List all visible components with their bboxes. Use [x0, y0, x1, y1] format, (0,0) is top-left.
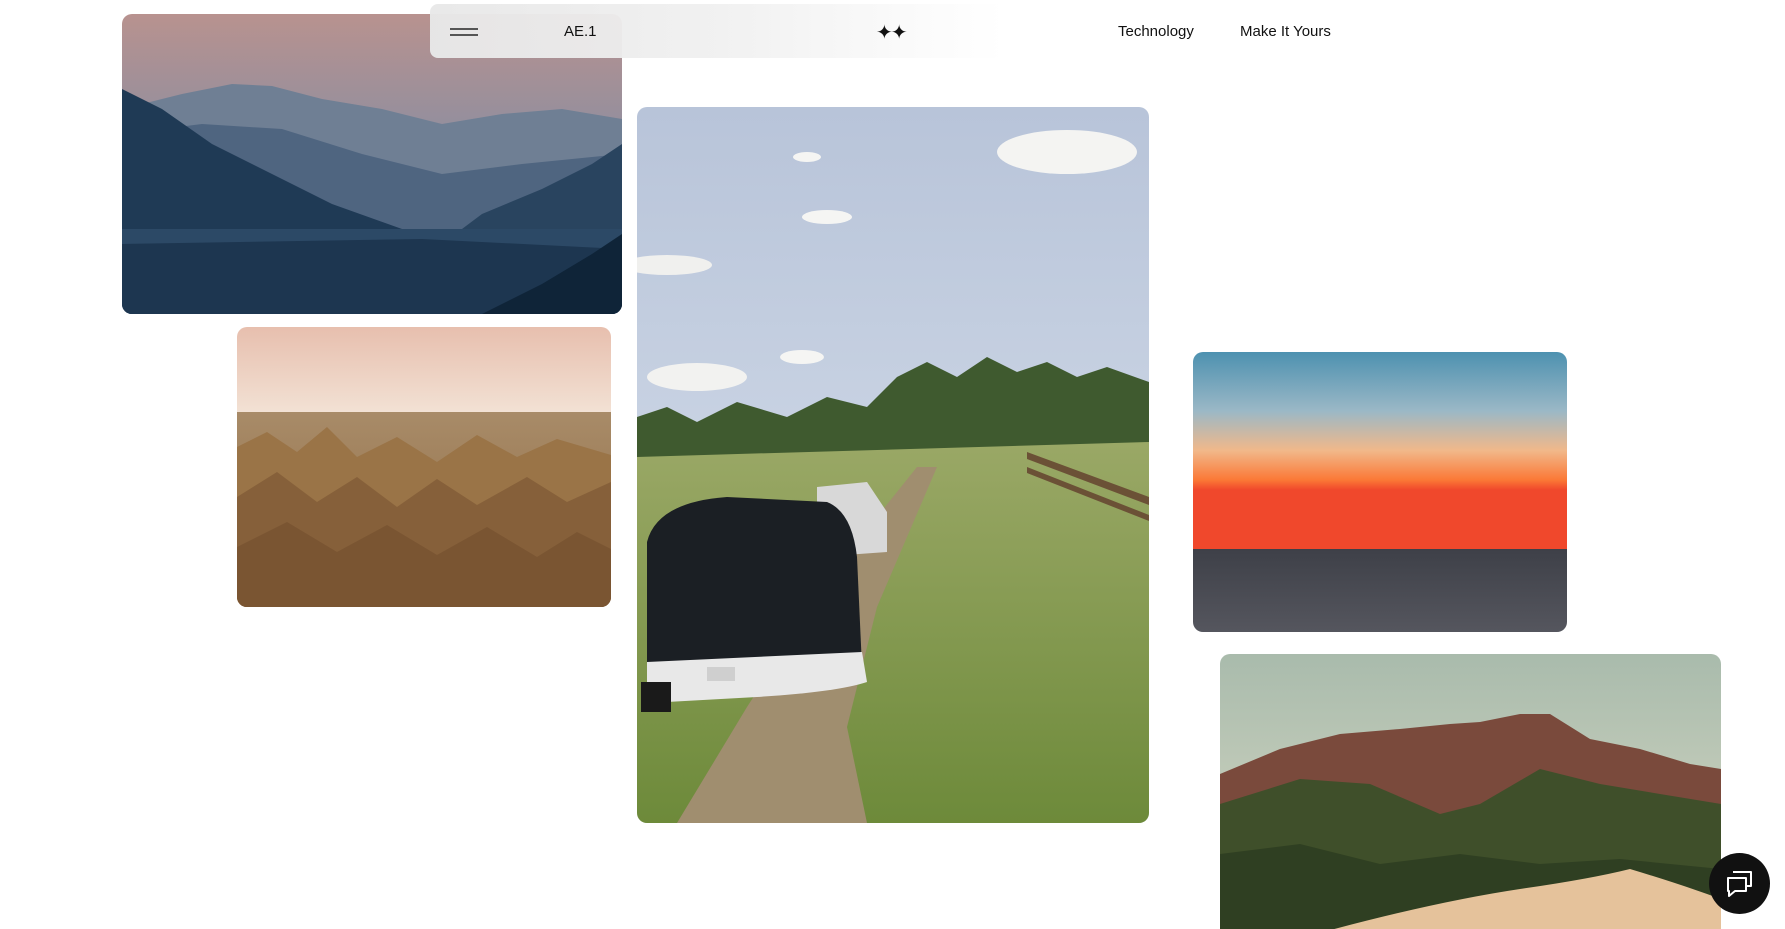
chat-bubbles-icon [1727, 871, 1752, 897]
photo-sunset [1193, 352, 1567, 632]
gallery-page: AE.1 ✦✦ Technology Make It Yours [0, 0, 1785, 929]
top-nav-bar: AE.1 ✦✦ Technology Make It Yours [430, 4, 1331, 58]
nav-link-make-it-yours[interactable]: Make It Yours [1240, 23, 1331, 40]
brand-logo-icon[interactable]: ✦✦ [876, 20, 907, 45]
chat-button[interactable] [1709, 853, 1770, 914]
photo-mountain-lake [122, 14, 622, 314]
nav-model-link[interactable]: AE.1 [564, 23, 597, 40]
hamburger-icon[interactable] [450, 22, 478, 40]
photo-badlands [237, 327, 611, 607]
photo-trailer [637, 107, 1149, 823]
nav-link-technology[interactable]: Technology [1118, 23, 1194, 40]
photo-dunes [1220, 654, 1721, 929]
